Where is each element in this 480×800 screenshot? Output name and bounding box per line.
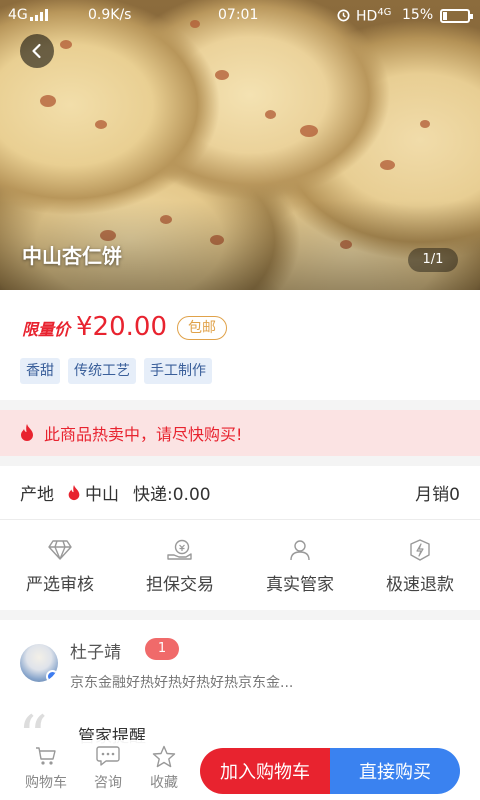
feature-real-steward[interactable]: 真实管家 xyxy=(240,530,360,610)
star-icon xyxy=(152,744,176,768)
alarm-icon xyxy=(336,7,351,26)
flame-icon xyxy=(21,424,33,441)
origin-city-name: 中山 xyxy=(85,485,119,505)
hot-sale-banner: 此商品热卖中，请尽快购买! xyxy=(0,410,480,456)
feature-fast-refund[interactable]: 极速退款 xyxy=(360,530,480,610)
hd-label: HD4G xyxy=(356,7,392,25)
add-to-cart-button[interactable]: 加入购物车 xyxy=(200,748,330,794)
price-row: 限量价 ¥20.00 包邮 xyxy=(22,312,227,343)
consult-label: 咨询 xyxy=(94,775,122,791)
cart-icon xyxy=(35,744,57,768)
chevron-left-icon xyxy=(32,43,41,59)
product-title: 中山杏仁饼 xyxy=(22,244,122,268)
cart-button[interactable]: 购物车 xyxy=(20,744,72,792)
feature-guarantee[interactable]: 担保交易 xyxy=(120,530,240,610)
shipping-fee: 快递:0.00 xyxy=(133,485,211,505)
service-features: 严选审核 担保交易 真实管家 极速退款 xyxy=(0,530,480,610)
hot-sale-text: 此商品热卖中，请尽快购买! xyxy=(44,425,243,444)
divider xyxy=(0,610,480,620)
feature-label: 严选审核 xyxy=(26,575,94,595)
tag: 香甜 xyxy=(20,358,60,384)
clock: 07:01 xyxy=(218,7,259,23)
origin-city: 中山 xyxy=(66,480,119,505)
image-pager: 1/1 xyxy=(408,248,458,272)
cart-label: 购物车 xyxy=(25,775,67,791)
tag: 传统工艺 xyxy=(68,358,136,384)
consult-button[interactable]: 咨询 xyxy=(82,744,134,792)
avatar[interactable] xyxy=(20,644,58,682)
limit-price-label: 限量价 xyxy=(22,320,71,339)
flame-icon xyxy=(68,484,80,500)
monthly-sales: 月销0 xyxy=(415,485,460,505)
battery-percent: 15% xyxy=(402,7,434,23)
diamond-icon xyxy=(48,536,72,564)
favorite-label: 收藏 xyxy=(150,775,178,791)
reviewer-name: 杜子靖 xyxy=(70,643,121,663)
favorite-button[interactable]: 收藏 xyxy=(138,744,190,792)
person-icon xyxy=(288,536,312,564)
signal-icon xyxy=(30,9,48,21)
guarantee-icon xyxy=(167,536,193,564)
refund-icon xyxy=(408,536,432,564)
feature-label: 真实管家 xyxy=(266,575,334,595)
back-button[interactable] xyxy=(20,34,54,68)
origin-row: 产地 中山 快递:0.00 月销0 xyxy=(0,466,480,520)
tag: 手工制作 xyxy=(144,358,212,384)
status-bar: 4G 0.9K/s 07:01 HD4G 15% xyxy=(0,0,480,30)
review-count-badge: 1 xyxy=(145,638,179,660)
chat-icon xyxy=(96,744,120,768)
divider xyxy=(0,400,480,410)
network-speed: 0.9K/s xyxy=(88,7,132,23)
network-type: 4G xyxy=(8,7,28,23)
battery-icon xyxy=(440,9,473,23)
review-text: 京东金融好热好热好热好热京东金... xyxy=(70,675,294,691)
free-shipping-badge: 包邮 xyxy=(177,316,227,340)
origin-label: 产地 xyxy=(20,485,54,505)
feature-label: 极速退款 xyxy=(386,575,454,595)
product-image: 4G 0.9K/s 07:01 HD4G 15% 中山杏仁饼 1/1 xyxy=(0,0,480,290)
buy-now-button[interactable]: 直接购买 xyxy=(330,748,460,794)
tag-list: 香甜 传统工艺 手工制作 xyxy=(20,358,212,384)
price: ¥20.00 xyxy=(76,312,167,342)
divider xyxy=(0,456,480,466)
review-section: 杜子靖 1 京东金融好热好热好热好热京东金... “ 管家提醒 xyxy=(0,620,480,766)
feature-label: 担保交易 xyxy=(146,575,214,595)
bottom-action-bar: 购物车 咨询 收藏 加入购物车 直接购买 xyxy=(0,740,480,800)
feature-strict-review[interactable]: 严选审核 xyxy=(0,530,120,610)
verified-badge-icon xyxy=(46,670,58,682)
